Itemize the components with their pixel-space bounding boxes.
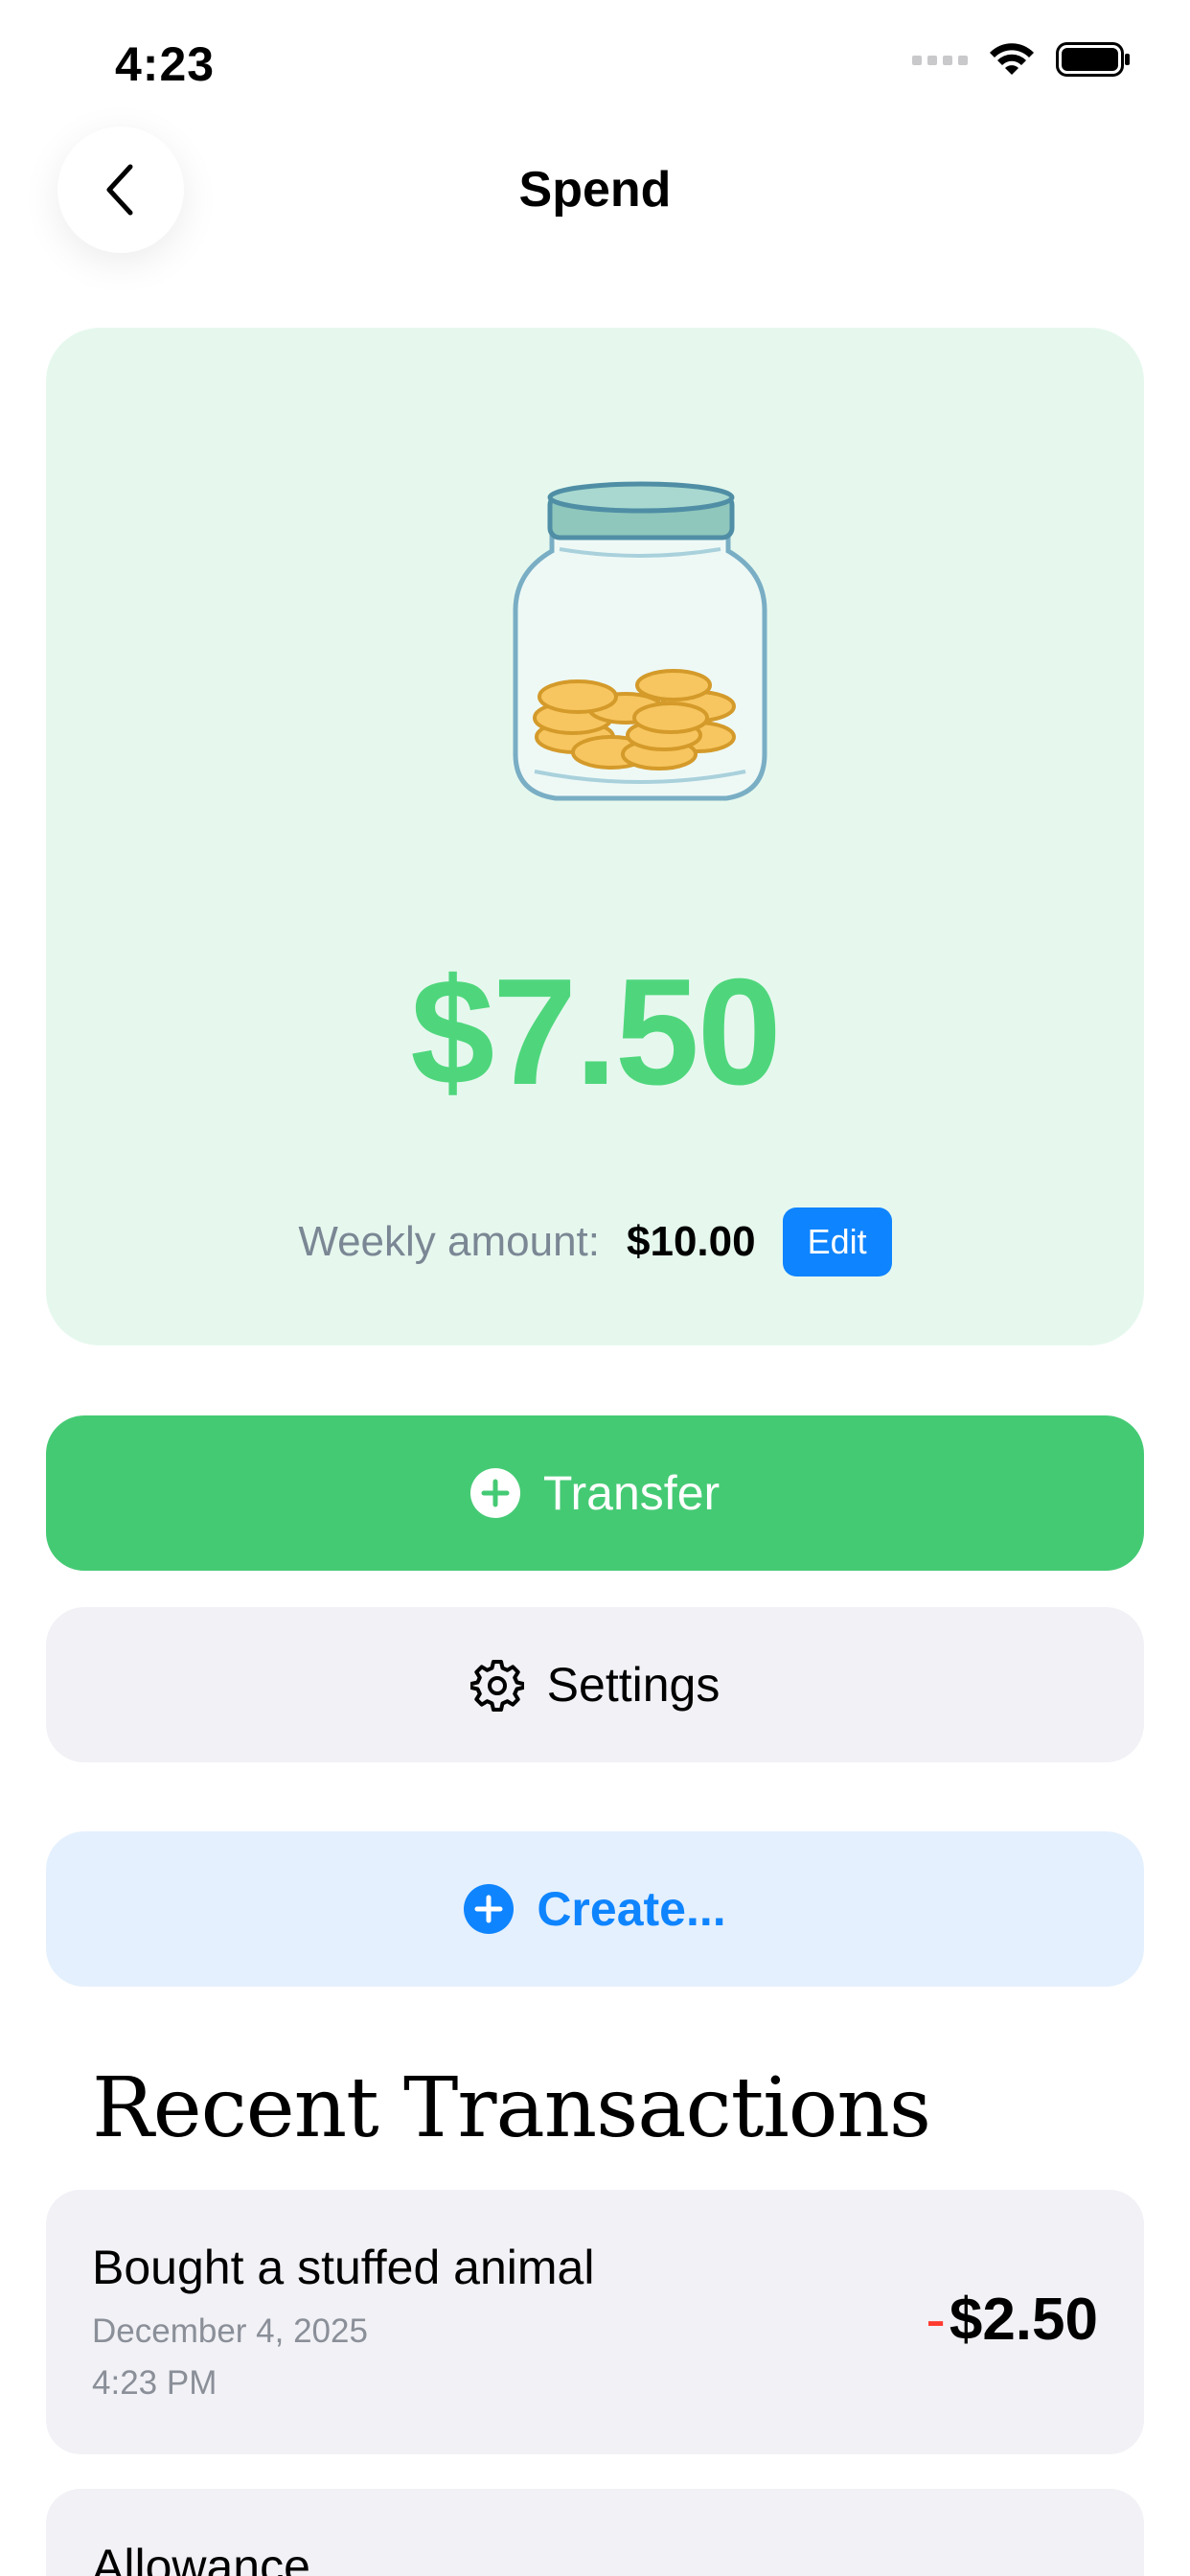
battery-icon — [1056, 42, 1130, 77]
transaction-time: 4:23 PM — [92, 2364, 217, 2402]
weekly-amount-row: Weekly amount: $10.00 Edit — [46, 1208, 1144, 1276]
screen: 4:23 Spend $7.50 Weekly amount: $10.00 E… — [0, 0, 1190, 2576]
transaction-date: December 4, 2025 — [92, 2312, 368, 2350]
transaction-amount-value: $2.50 — [949, 2287, 1098, 2353]
transaction-title: Bought a stuffed animal — [92, 2241, 595, 2294]
create-button[interactable]: Create... — [46, 1831, 1144, 1987]
balance-card: $7.50 Weekly amount: $10.00 Edit — [46, 328, 1144, 1346]
transaction-amount: -$2.50 — [926, 2286, 1098, 2354]
weekly-amount-value: $10.00 — [627, 1218, 756, 1265]
status-time: 4:23 — [115, 37, 216, 91]
plus-circle-icon — [464, 1884, 515, 1934]
transaction-title: Allowance — [92, 2540, 310, 2576]
transfer-button[interactable]: Transfer — [46, 1415, 1144, 1571]
page-title: Spend — [518, 162, 672, 218]
transaction-row[interactable]: Bought a stuffed animal December 4, 2025… — [46, 2190, 1144, 2454]
transfer-label: Transfer — [542, 1466, 721, 1520]
gear-icon — [469, 1660, 524, 1712]
coin-jar-icon — [513, 481, 767, 801]
wifi-icon — [990, 43, 1034, 75]
balance-amount: $7.50 — [410, 948, 781, 1116]
settings-label: Settings — [546, 1658, 721, 1712]
transaction-row[interactable]: Allowance — [46, 2489, 1144, 2576]
weekly-amount-label: Weekly amount: — [298, 1218, 601, 1265]
create-label: Create... — [537, 1882, 726, 1936]
signal-icon — [912, 56, 968, 65]
settings-button[interactable]: Settings — [46, 1607, 1144, 1762]
plus-circle-icon — [469, 1468, 520, 1518]
transaction-amount-sign: - — [926, 2287, 946, 2353]
recent-transactions-title: Recent Transactions — [92, 2060, 931, 2156]
edit-weekly-amount-button[interactable]: Edit — [782, 1208, 892, 1276]
status-icons — [912, 42, 1131, 77]
